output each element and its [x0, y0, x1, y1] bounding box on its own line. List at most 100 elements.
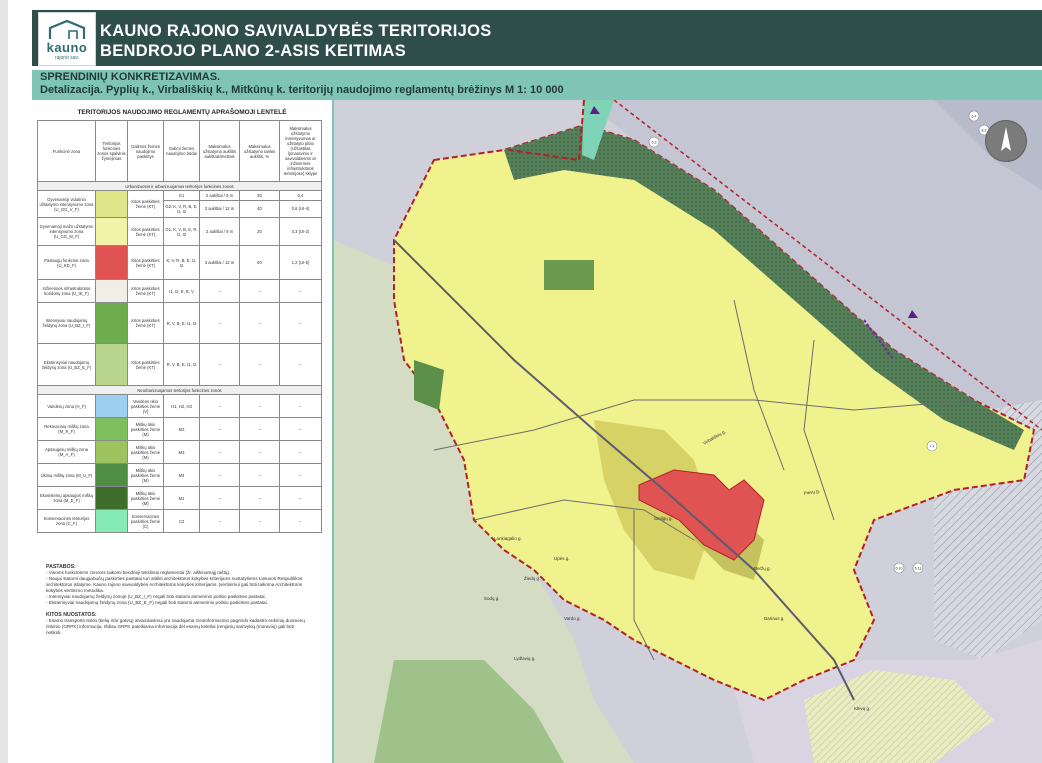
zone-color-swatch: [95, 245, 128, 280]
zone-intensity: –: [279, 509, 322, 533]
street-label: Lydlavių g.: [514, 656, 535, 661]
zone-color-swatch: [95, 509, 128, 533]
zone-intensity: –: [279, 343, 322, 386]
zone-density: 20: [239, 217, 280, 246]
zone-intensity: 1,2 (UI-5): [279, 245, 322, 280]
col-color: Teritorijos funkcinės zonos spalvinis žy…: [95, 120, 128, 182]
note-item: - Ekstensyviai naudojamų želdynų zona (U…: [46, 600, 268, 605]
zone-name: Ūkinių miškų zona (M_U_F): [37, 463, 96, 487]
zone-height: –: [199, 417, 240, 441]
street-label: Dariaus g.: [764, 616, 785, 621]
title-line-1: KAUNO RAJONO SAVIVALDYBĖS TERITORIJOS: [100, 22, 492, 40]
zone-color-swatch: [95, 486, 128, 510]
green-zone-north[interactable]: [544, 260, 594, 290]
zone-density: 30: [239, 190, 280, 201]
zone-name: Inžinerinės infrastruktūros koridorių zo…: [37, 279, 96, 303]
group-label: Neurbanizuojamos teritorijos funkcinės z…: [37, 385, 322, 395]
zone-intensity: –: [279, 463, 322, 487]
zone-uses: R, V, B, E, I1, I2: [163, 343, 200, 386]
zone-height: –: [199, 279, 240, 303]
zone-color-swatch: [95, 394, 128, 418]
zone-color-swatch: [95, 417, 128, 441]
legend-row: Gyvenamoji mažo užstatymo intensyvumo zo…: [37, 217, 322, 246]
zone-name: Apsauginių miškų zona (M_A_F): [37, 440, 96, 464]
zone-height: –: [199, 343, 240, 386]
zone-height: –: [199, 302, 240, 344]
zone-color-swatch: [95, 302, 128, 344]
logo-word: kauno: [46, 40, 88, 55]
legend-row: Paslaugų funkcinė zona (U_KD_F) Kitos pas…: [37, 245, 322, 280]
zone-density: –: [239, 509, 280, 533]
street-label: Smilgų g.: [654, 516, 673, 521]
zone-height: 3 aukštai / 12 m: [199, 245, 240, 280]
section-marker-label: 6.4: [972, 115, 977, 119]
street-label: Žiedų g.: [524, 574, 540, 581]
col-zone: Funkcinė zona: [37, 120, 96, 182]
zone-intensity: 0,3 (UI-2): [279, 217, 322, 246]
zone-color-swatch: [95, 279, 128, 303]
col-uses: Galimi žemės naudojimo būdai: [163, 120, 200, 182]
municipality-logo: kauno rajono sav.: [38, 12, 96, 66]
street-label: Lankiagalio g.: [494, 536, 522, 541]
zone-purpose: Kitos paskirties žemė (KT): [127, 343, 164, 386]
zone-density: –: [239, 463, 280, 487]
zone-height: –: [199, 486, 240, 510]
section-marker-label: 6.3: [652, 141, 657, 145]
zone-name: Ekosistemų apsaugos miškų zona (M_E_F): [37, 486, 96, 510]
zone-height: 3 aukštai / 12 m: [199, 199, 240, 219]
zone-purpose: Miškų ūkio paskirties žemė (M): [127, 417, 164, 441]
legend-row: Rekreacinių miškų zona (M_R_F) Miškų ūkio…: [37, 417, 322, 441]
zone-density: 40: [239, 199, 280, 219]
zone-density: –: [239, 440, 280, 464]
zone-height: –: [199, 440, 240, 464]
zone-density: –: [239, 486, 280, 510]
page-title: KAUNO RAJONO SAVIVALDYBĖS TERITORIJOS BE…: [100, 21, 492, 61]
plan-map[interactable]: Virbališkių g. Pievų g. Smilgų g. Lankiagal…: [334, 100, 1042, 763]
left-border: [0, 0, 8, 763]
zone-purpose: Kitos paskirties žemė (KT): [127, 190, 164, 218]
zone-color-swatch: [95, 343, 128, 386]
zone-height: 2 aukštai / 9 m: [199, 217, 240, 246]
zone-name: Gyvenamoji vidutinio užstatymo intensyvu…: [37, 190, 96, 218]
zone-purpose: Kitos paskirties žemė (KT): [127, 302, 164, 344]
zone-height: 2 aukštai / 9 m: [199, 190, 240, 201]
zone-uses: M4: [163, 463, 200, 487]
zone-purpose: Miškų ūkio paskirties žemė (M): [127, 486, 164, 510]
house-logo-icon: [48, 19, 86, 39]
zone-purpose: Miškų ūkio paskirties žemė (M): [127, 463, 164, 487]
notes-section: PASTABOS: - Visoms funkcinėms zonoms tai…: [46, 564, 310, 636]
group-label: Urbanizuotos ir urbanizuojamos teritorij…: [37, 181, 322, 191]
zone-intensity: –: [279, 302, 322, 344]
zone-color-swatch: [95, 463, 128, 487]
logo-subtext: rajono sav.: [54, 55, 80, 61]
legend-table: Funkcinė zona Teritorijos funkcinės zono…: [37, 120, 322, 533]
zone-name: Gyvenamoji mažo užstatymo intensyvumo zo…: [37, 217, 96, 246]
notes-list: - Visoms funkcinėms zonoms taikomi bendr…: [46, 570, 310, 606]
zone-purpose: Kitos paskirties žemė (KT): [127, 217, 164, 246]
street-label: Sodų g.: [484, 596, 500, 601]
other-provisions-list: - Esamo transporto tinklo (kelių ir/ar g…: [46, 618, 310, 636]
zone-color-swatch: [95, 217, 128, 246]
compass-icon[interactable]: [985, 120, 1027, 162]
note-item: - Naujai statomi daugiabučių paskirties …: [46, 576, 303, 593]
legend-header-row: Funkcinė zona Teritorijos funkcinės zono…: [37, 120, 322, 182]
zone-uses: I1, I2, E, B, V: [163, 279, 200, 303]
zone-height: –: [199, 463, 240, 487]
street-label: Klevų g.: [854, 706, 870, 711]
section-marker-label: 6.10: [896, 567, 903, 571]
zone-intensity: –: [279, 486, 322, 510]
col-purpose: Galimos žemės naudojimo paskirtys: [127, 120, 164, 182]
zone-intensity: –: [279, 417, 322, 441]
zone-density: –: [239, 394, 280, 418]
legend-row: Konservacinės teritorijos zona (C_F) Kons…: [37, 509, 322, 533]
zone-name: Rekreacinių miškų zona (M_R_F): [37, 417, 96, 441]
zone-purpose: Miškų ūkio paskirties žemė (M): [127, 440, 164, 464]
zone-uses: K, V, R, B, E, I1, I2: [163, 245, 200, 280]
street-label: Beržų g.: [754, 566, 771, 571]
zone-color-swatch: [95, 190, 128, 218]
zone-density: –: [239, 279, 280, 303]
zone-uses: M1: [163, 486, 200, 510]
map-canvas[interactable]: Virbališkių g.Pievų g.Smilgų g.Lankiagal…: [334, 100, 1042, 763]
col-density: Maksimalus užstatymo tankis aukštis, %: [239, 120, 280, 182]
street-label: Upės g.: [554, 556, 570, 561]
